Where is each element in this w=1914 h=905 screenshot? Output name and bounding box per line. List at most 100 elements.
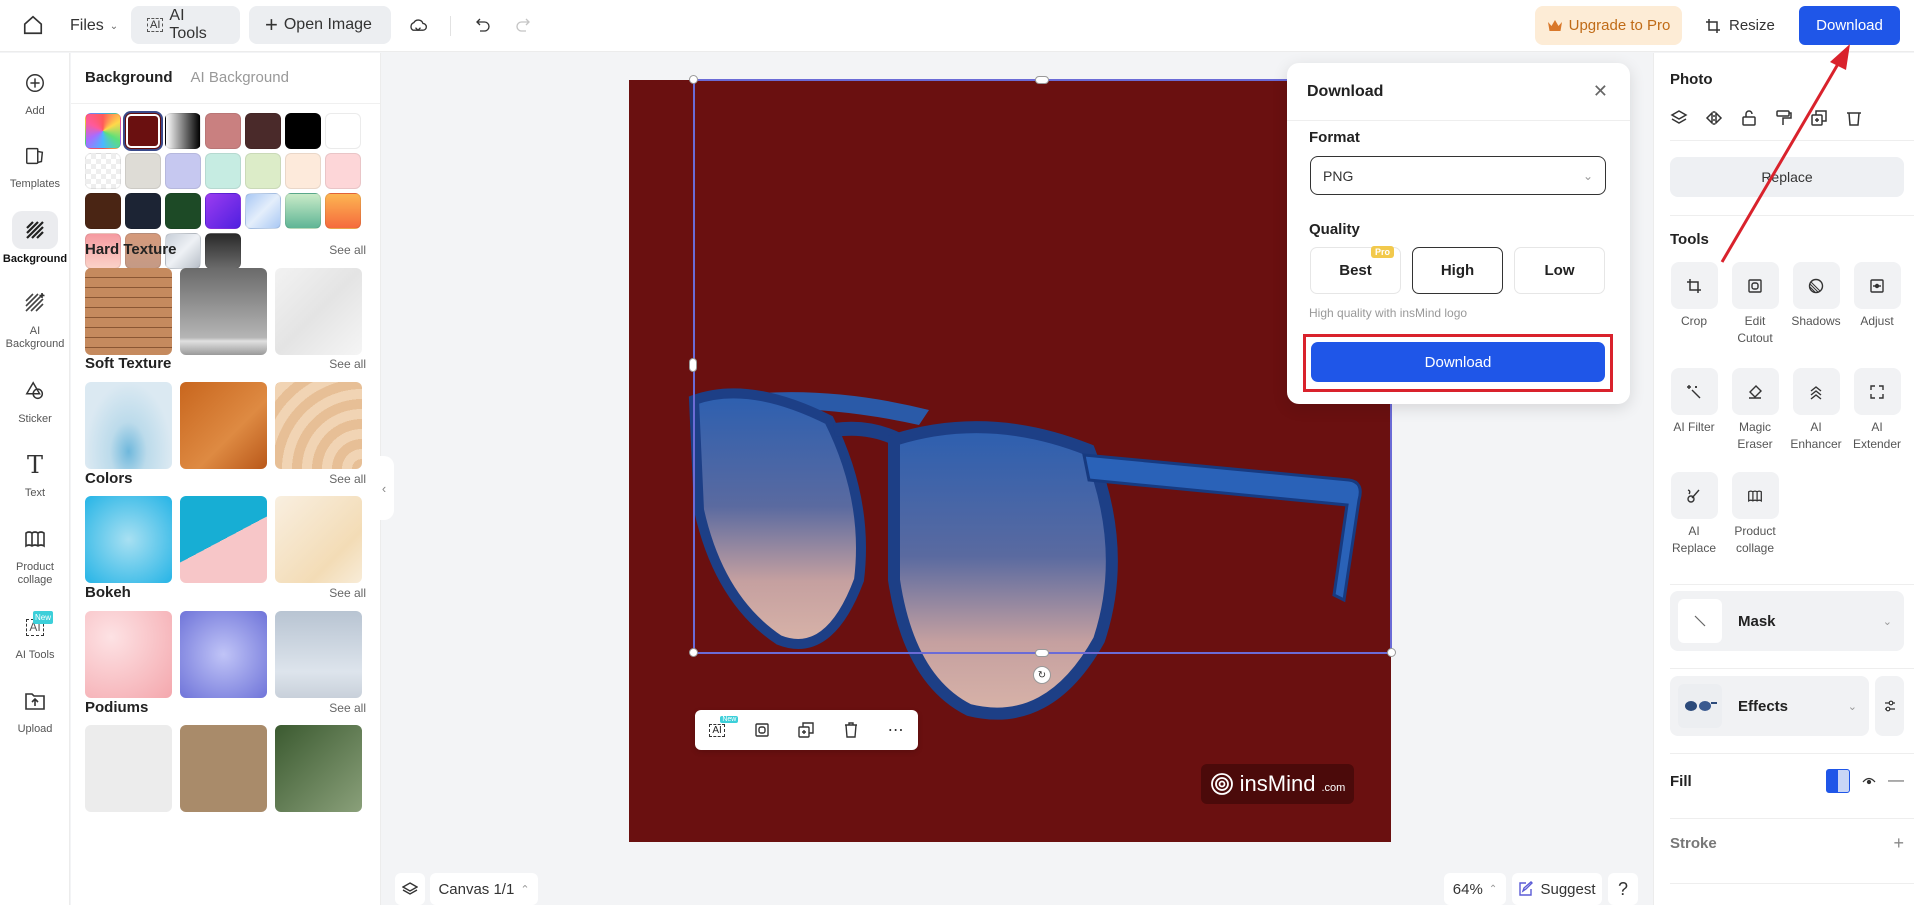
download-button[interactable]: Download xyxy=(1799,6,1900,45)
color-swatch[interactable] xyxy=(285,153,321,189)
tool-ai-filter[interactable]: AI Filter xyxy=(1666,368,1722,436)
thumb-purple-bokeh[interactable] xyxy=(180,611,267,698)
color-swatch[interactable] xyxy=(85,193,121,229)
tool-crop[interactable]: Crop xyxy=(1666,262,1722,330)
duplicate-icon[interactable] xyxy=(1810,109,1828,127)
nav-item-templates[interactable]: Templates xyxy=(0,138,70,191)
tool-edit-cutout[interactable]: Edit Cutout xyxy=(1727,262,1783,347)
color-swatch[interactable] xyxy=(245,193,281,229)
tool-shadows[interactable]: Shadows xyxy=(1788,262,1844,330)
tab-background[interactable]: Background xyxy=(85,69,173,86)
resize-handle-bl[interactable] xyxy=(689,648,698,657)
tool-ai-extender[interactable]: AI Extender xyxy=(1849,368,1905,453)
tab-ai-background[interactable]: AI Background xyxy=(191,69,289,86)
resize-handle-br[interactable] xyxy=(1387,648,1396,657)
canvas-pager[interactable]: Canvas 1/1 ⌃ xyxy=(430,873,538,905)
tool-ai-replace[interactable]: AI Replace xyxy=(1666,472,1722,557)
tool-magic-eraser[interactable]: Magic Eraser xyxy=(1727,368,1783,453)
color-swatch[interactable] xyxy=(165,193,201,229)
see-all-podiums[interactable]: See all xyxy=(329,701,366,715)
duplicate-icon[interactable] xyxy=(798,722,814,738)
color-swatch[interactable] xyxy=(325,113,361,149)
resize-button[interactable]: Resize xyxy=(1705,6,1775,45)
thumb-blue-pink-split[interactable] xyxy=(180,496,267,583)
color-swatch[interactable] xyxy=(165,113,201,149)
files-menu[interactable]: Files ⌄ xyxy=(70,7,118,45)
nav-item-text[interactable]: T Text xyxy=(0,447,70,500)
color-swatch[interactable] xyxy=(285,193,321,229)
thumb-silver-bokeh[interactable] xyxy=(275,611,362,698)
plus-icon[interactable]: + xyxy=(1893,833,1904,854)
color-swatch[interactable] xyxy=(205,113,241,149)
thumb-white-podium[interactable] xyxy=(85,725,172,812)
open-image-button[interactable]: + Open Image xyxy=(249,6,391,44)
color-swatch[interactable] xyxy=(205,193,241,229)
popup-download-button[interactable]: Download xyxy=(1311,342,1605,382)
redo-icon[interactable] xyxy=(514,16,532,34)
layers-button[interactable] xyxy=(395,873,425,905)
rotate-handle[interactable]: ↻ xyxy=(1033,666,1051,684)
resize-handle-left[interactable] xyxy=(689,358,697,372)
home-icon[interactable] xyxy=(22,14,44,36)
nav-item-add[interactable]: Add xyxy=(0,65,70,118)
nav-item-ai-background[interactable]: AI Background xyxy=(0,285,70,351)
lock-icon[interactable] xyxy=(1740,109,1758,127)
resize-handle-bottom[interactable] xyxy=(1035,649,1049,657)
thumb-marble[interactable] xyxy=(275,268,362,355)
nav-item-product-collage[interactable]: Product collage xyxy=(0,521,70,587)
layers-icon[interactable] xyxy=(1670,109,1688,127)
mask-dropdown[interactable]: Mask ⌄ xyxy=(1670,591,1904,651)
color-swatch[interactable] xyxy=(285,113,321,149)
ai-tools-icon[interactable]: AI New xyxy=(709,715,739,737)
edit-cutout-icon[interactable] xyxy=(754,722,770,738)
see-all-bokeh[interactable]: See all xyxy=(329,586,366,600)
quality-low[interactable]: Low xyxy=(1514,247,1605,294)
nav-item-ai-tools[interactable]: AI New AI Tools xyxy=(0,609,70,662)
thumb-tan-podium[interactable] xyxy=(180,725,267,812)
flip-icon[interactable] xyxy=(1705,109,1723,127)
color-swatch[interactable] xyxy=(125,113,161,149)
thumb-concrete[interactable] xyxy=(180,268,267,355)
fill-color-swatch[interactable] xyxy=(1826,769,1850,793)
more-icon[interactable]: ⋯ xyxy=(888,720,904,740)
effects-settings-button[interactable] xyxy=(1875,676,1904,736)
thumb-orange-leather[interactable] xyxy=(180,382,267,469)
trash-icon[interactable] xyxy=(843,722,859,738)
paint-roller-icon[interactable] xyxy=(1775,109,1793,127)
see-all-soft-texture[interactable]: See all xyxy=(329,357,366,371)
color-swatch[interactable] xyxy=(325,193,361,229)
trash-icon[interactable] xyxy=(1845,109,1863,127)
color-swatch[interactable] xyxy=(165,153,201,189)
nav-item-background[interactable]: Background xyxy=(0,211,70,266)
quality-high[interactable]: High xyxy=(1412,247,1503,294)
undo-icon[interactable] xyxy=(474,16,492,34)
nav-item-upload[interactable]: Upload xyxy=(0,683,70,736)
thumb-cream-gradient[interactable] xyxy=(275,496,362,583)
upgrade-to-pro-button[interactable]: Upgrade to Pro xyxy=(1535,6,1682,45)
quality-best[interactable]: Best Pro xyxy=(1310,246,1401,294)
color-swatch[interactable] xyxy=(85,113,121,149)
effects-dropdown[interactable]: Effects ⌄ xyxy=(1670,676,1869,736)
thumb-pink-bokeh[interactable] xyxy=(85,611,172,698)
replace-button[interactable]: Replace xyxy=(1670,157,1904,197)
tool-adjust[interactable]: Adjust xyxy=(1849,262,1905,330)
minus-icon[interactable]: — xyxy=(1888,772,1904,790)
thumb-blue-radial[interactable] xyxy=(85,496,172,583)
thumb-water-splash[interactable] xyxy=(85,382,172,469)
suggest-button[interactable]: Suggest xyxy=(1512,873,1602,905)
color-swatch[interactable] xyxy=(125,193,161,229)
thumb-green-podium[interactable] xyxy=(275,725,362,812)
nav-item-sticker[interactable]: Sticker xyxy=(0,373,70,426)
color-swatch[interactable] xyxy=(125,153,161,189)
color-swatch[interactable] xyxy=(205,153,241,189)
thumb-cream-swirl[interactable] xyxy=(275,382,362,469)
ai-tools-button[interactable]: AI AI Tools xyxy=(131,6,240,44)
color-swatch[interactable] xyxy=(205,233,241,269)
collapse-panel-button[interactable]: ‹ xyxy=(374,456,394,520)
see-all-colors[interactable]: See all xyxy=(329,472,366,486)
zoom-control[interactable]: 64% ⌃ xyxy=(1444,873,1506,905)
cloud-sync-icon[interactable] xyxy=(408,16,428,36)
see-all-hard-texture[interactable]: See all xyxy=(329,243,366,257)
tool-ai-enhancer[interactable]: AI Enhancer xyxy=(1788,368,1844,453)
color-swatch[interactable] xyxy=(85,153,121,189)
